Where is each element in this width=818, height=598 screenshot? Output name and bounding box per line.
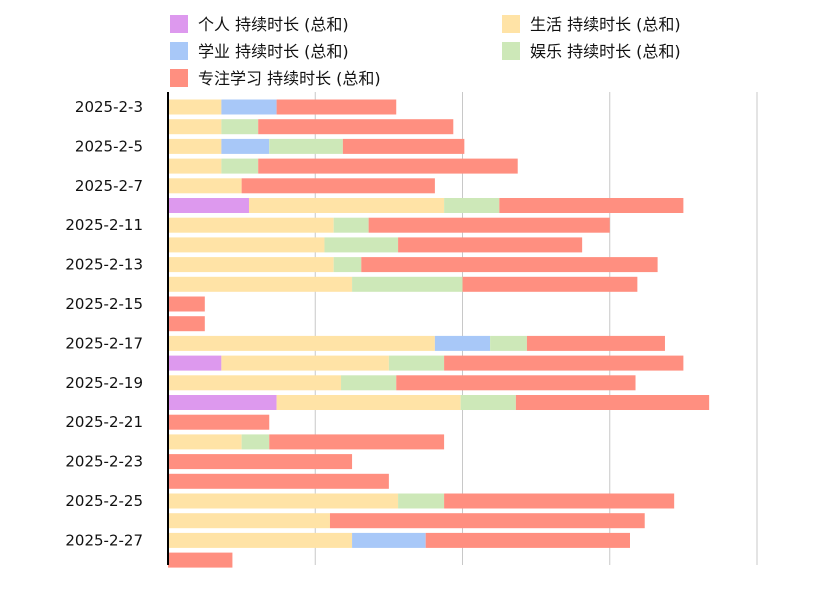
legend-item: 专注学习 持续时长 (总和)	[170, 69, 381, 88]
bar-segment	[342, 138, 465, 154]
bar-segment	[168, 355, 222, 371]
bar-segment	[168, 532, 353, 548]
y-tick-label: 2025-2-21	[65, 413, 143, 431]
bar-segment	[276, 395, 461, 410]
bar-segment	[221, 158, 259, 174]
bar-segment	[444, 355, 684, 371]
bar-segment	[168, 493, 399, 509]
bar-segment	[168, 552, 233, 568]
bar-segment	[388, 355, 445, 371]
bar-segment	[168, 296, 205, 312]
bar-segment	[221, 99, 277, 115]
bar-segment	[490, 335, 527, 351]
bar-segment	[168, 454, 353, 470]
bar-segment	[168, 158, 222, 174]
bar-segment	[258, 119, 454, 135]
bar-segment	[329, 513, 645, 529]
bar-segment	[368, 217, 610, 233]
bar-segment	[341, 375, 397, 391]
bar-segment	[221, 355, 389, 371]
bar-segment	[269, 138, 343, 154]
y-tick-labels: 2025-2-3 2025-2-5 2025-2-7 2025-2-11 2025-2-…	[65, 98, 143, 549]
bar-segment	[168, 99, 222, 115]
legend: 个人 持续时长 (总和) 生活 持续时长 (总和) 学业 持续时长 (总和) 娱乐 持…	[170, 15, 681, 88]
bar-segment	[221, 119, 259, 135]
bar-segment	[168, 138, 222, 154]
y-tick-label: 2025-2-5	[75, 137, 143, 155]
bar-segment	[269, 434, 445, 450]
bar-segment	[168, 316, 205, 332]
legend-swatch	[170, 42, 188, 60]
bar-segment	[352, 276, 463, 292]
bar-segment	[398, 237, 583, 253]
legend-swatch	[502, 15, 520, 33]
bar-segment	[168, 434, 242, 450]
bar-segment	[168, 414, 270, 430]
stacked-bar-chart: 个人 持续时长 (总和) 生活 持续时长 (总和) 学业 持续时长 (总和) 娱乐 持…	[65, 15, 758, 568]
y-tick-label: 2025-2-7	[75, 177, 143, 195]
bar-segment	[168, 237, 325, 253]
bar-segment	[361, 257, 658, 273]
bar-segment	[168, 276, 353, 292]
y-tick-label: 2025-2-23	[65, 453, 143, 471]
y-tick-label: 2025-2-17	[65, 334, 143, 352]
bars	[168, 99, 710, 568]
bar-segment	[499, 198, 684, 213]
legend-label: 个人 持续时长 (总和)	[198, 15, 349, 34]
y-tick-label: 2025-2-27	[65, 531, 143, 549]
legend-item: 个人 持续时长 (总和)	[170, 15, 349, 34]
bar-segment	[396, 375, 636, 391]
bar-segment	[168, 513, 330, 529]
bar-segment	[276, 99, 397, 115]
bar-segment	[241, 434, 270, 450]
bar-segment	[168, 217, 334, 233]
bar-segment	[168, 375, 342, 391]
y-tick-label: 2025-2-15	[65, 295, 143, 313]
legend-swatch	[170, 69, 188, 87]
bar-segment	[258, 158, 518, 174]
bar-segment	[352, 532, 426, 548]
legend-item: 娱乐 持续时长 (总和)	[502, 42, 681, 61]
bar-segment	[460, 395, 516, 410]
bar-segment	[425, 532, 630, 548]
legend-label: 学业 持续时长 (总和)	[198, 42, 349, 61]
legend-swatch	[170, 15, 188, 33]
y-tick-label: 2025-2-13	[65, 256, 143, 274]
bar-segment	[168, 119, 222, 135]
bar-segment	[444, 493, 675, 509]
bar-segment	[168, 473, 389, 489]
y-tick-label: 2025-2-19	[65, 374, 143, 392]
legend-label: 专注学习 持续时长 (总和)	[198, 69, 381, 88]
bar-segment	[333, 217, 369, 233]
bar-segment	[324, 237, 399, 253]
bar-segment	[168, 198, 249, 213]
y-tick-label: 2025-2-25	[65, 492, 143, 510]
bar-segment	[168, 335, 435, 351]
bar-segment	[333, 257, 362, 273]
bar-segment	[434, 335, 491, 351]
bar-segment	[241, 178, 435, 194]
bar-segment	[168, 257, 334, 273]
bar-segment	[462, 276, 638, 292]
y-tick-label: 2025-2-11	[65, 216, 143, 234]
bar-segment	[168, 178, 242, 194]
legend-item: 生活 持续时长 (总和)	[502, 15, 681, 34]
bar-segment	[221, 138, 270, 154]
legend-label: 生活 持续时长 (总和)	[530, 15, 681, 34]
bar-segment	[526, 335, 665, 351]
legend-swatch	[502, 42, 520, 60]
bar-segment	[515, 395, 710, 410]
legend-label: 娱乐 持续时长 (总和)	[530, 42, 681, 61]
bar-segment	[444, 198, 500, 213]
bar-segment	[168, 395, 277, 410]
y-tick-label: 2025-2-3	[75, 98, 143, 116]
legend-item: 学业 持续时长 (总和)	[170, 42, 349, 61]
bar-segment	[398, 493, 445, 509]
bar-segment	[248, 198, 445, 213]
